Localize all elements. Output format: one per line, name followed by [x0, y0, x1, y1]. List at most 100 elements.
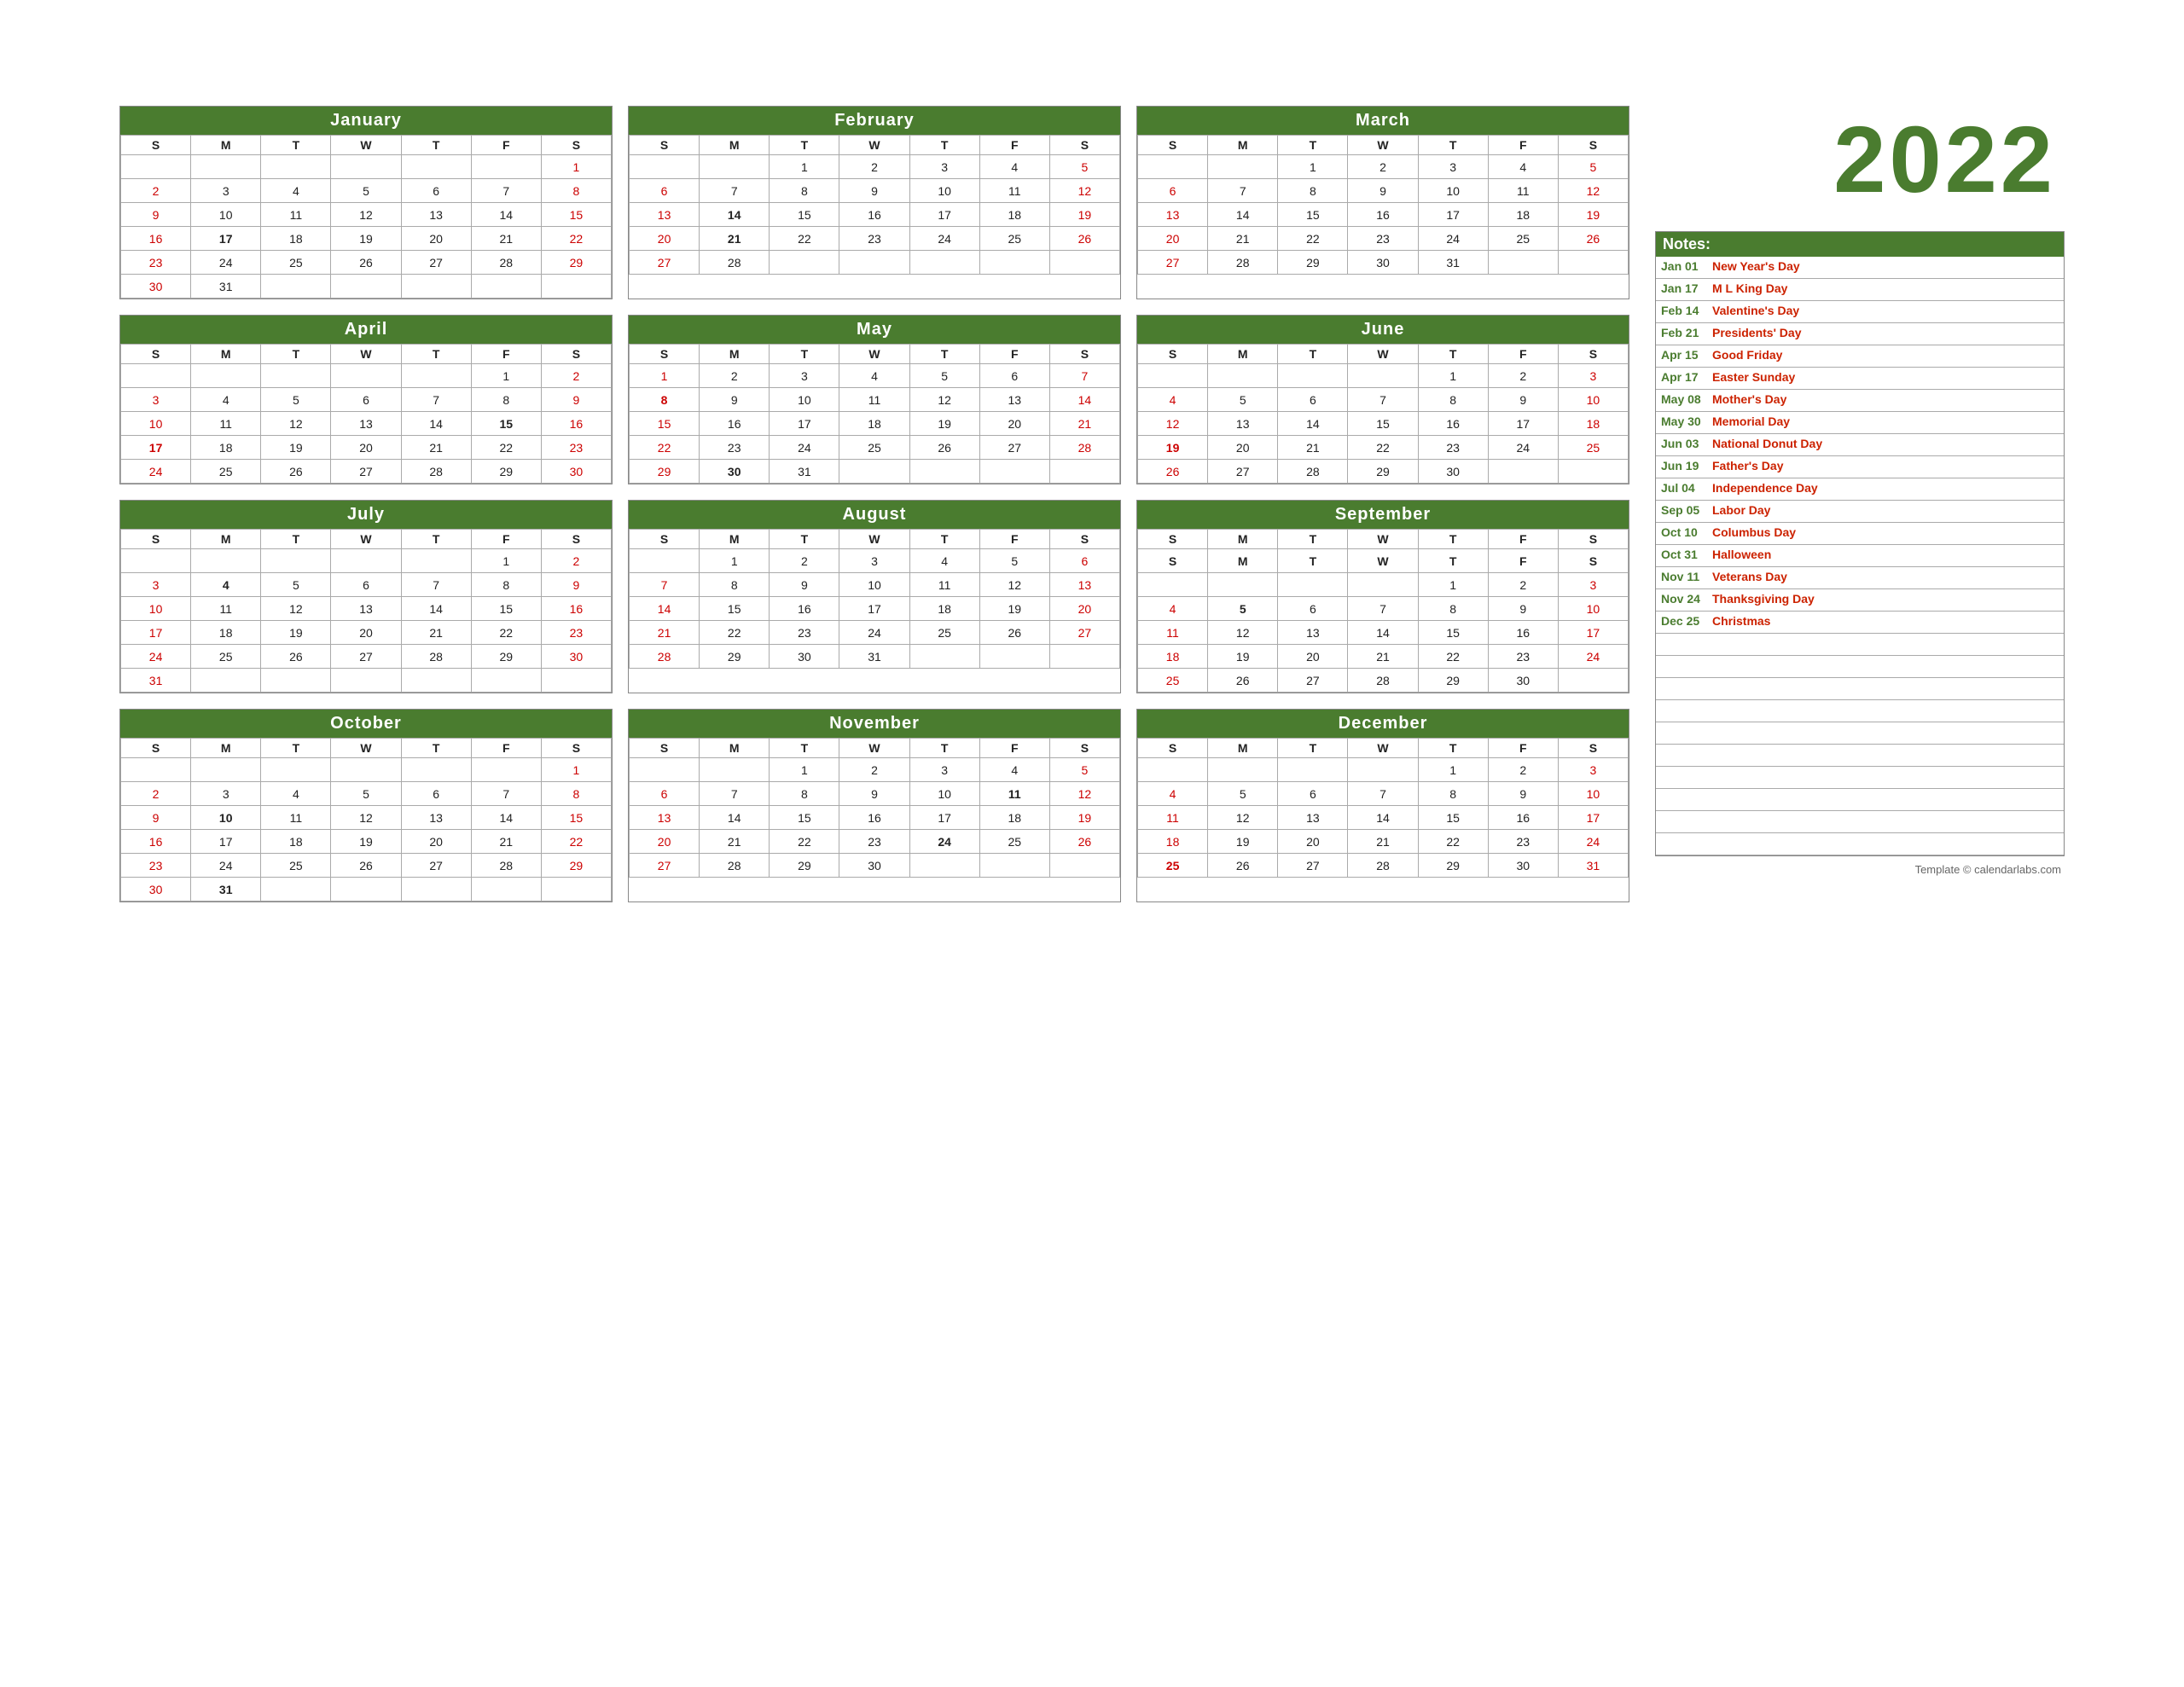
calendar-day: 5 [1049, 758, 1119, 782]
holiday-date: Nov 11 [1661, 570, 1712, 586]
empty-row [1656, 811, 2064, 833]
calendar-day: 13 [1049, 573, 1119, 597]
calendar-week-row: 15161718192021 [630, 412, 1120, 436]
calendar-day: 31 [1418, 251, 1488, 275]
day-header: W [331, 136, 401, 155]
calendar-day: 29 [1418, 669, 1488, 693]
calendar-day: 25 [1558, 436, 1628, 460]
month-calendar-july: JulySMTWTFS12345678910111213141516171819… [119, 500, 613, 693]
calendar-day [1348, 364, 1418, 388]
calendar-day: 21 [1348, 645, 1418, 669]
calendar-day: 1 [1418, 573, 1488, 597]
calendar-week-row: 20212223242526 [630, 830, 1120, 854]
calendar-week-row: 20212223242526 [1138, 227, 1629, 251]
calendar-day: 27 [1208, 460, 1278, 484]
calendar-day: 16 [770, 597, 839, 621]
calendar-day: 27 [331, 460, 401, 484]
day-header: F [1488, 530, 1558, 549]
calendar-day: 14 [700, 203, 770, 227]
calendar-day: 9 [121, 806, 191, 830]
empty-row [1656, 745, 2064, 767]
calendar-day: 25 [191, 460, 261, 484]
calendar-day [191, 758, 261, 782]
day-header: F [979, 739, 1049, 758]
day-header: T [1278, 345, 1348, 364]
calendar-day: 11 [1138, 621, 1208, 645]
calendar-day: 13 [401, 806, 471, 830]
calendar-day: 2 [700, 364, 770, 388]
day-header: W [839, 530, 909, 549]
calendar-day: 8 [700, 573, 770, 597]
calendar-day: 28 [700, 854, 770, 878]
day-header: S [1138, 136, 1208, 155]
holiday-date: Sep 05 [1661, 503, 1712, 519]
day-header: T [1418, 345, 1488, 364]
calendar-day: 24 [1558, 645, 1628, 669]
calendar-day: 28 [401, 645, 471, 669]
calendar-week-row: 10111213141516 [121, 412, 612, 436]
calendar-week-row: 22232425262728 [630, 436, 1120, 460]
calendar-day [1138, 573, 1208, 597]
calendar-day: 1 [1418, 364, 1488, 388]
day-header: F [471, 345, 541, 364]
day-header: S [1138, 739, 1208, 758]
calendar-day: 12 [1138, 412, 1208, 436]
calendar-day [1488, 460, 1558, 484]
calendar-day: 17 [1558, 806, 1628, 830]
calendar-week-row: 18192021222324 [1138, 645, 1629, 669]
calendar-day: 1 [541, 758, 611, 782]
calendar-day: 12 [979, 573, 1049, 597]
calendar-day: 18 [261, 227, 331, 251]
holiday-name: Presidents' Day [1712, 326, 1802, 342]
calendar-day: 25 [1138, 669, 1208, 693]
calendar-day: 2 [1488, 364, 1558, 388]
holiday-date: Apr 17 [1661, 370, 1712, 386]
calendar-day [630, 155, 700, 179]
cal-table: SMTWTFSSMTWTFS12345678910111213141516171… [1137, 529, 1629, 693]
calendar-week-row: 293031 [630, 460, 1120, 484]
holiday-name: Independence Day [1712, 481, 1818, 497]
calendar-day [1208, 155, 1278, 179]
day-header: M [700, 136, 770, 155]
day-header: F [979, 530, 1049, 549]
calendar-day: 12 [1049, 782, 1119, 806]
calendar-day: 17 [909, 203, 979, 227]
calendar-day: 29 [630, 460, 700, 484]
holiday-date: Jun 03 [1661, 437, 1712, 453]
calendar-day: 3 [839, 549, 909, 573]
calendar-day: 25 [1488, 227, 1558, 251]
calendar-day: 23 [1488, 830, 1558, 854]
calendar-day: 24 [1488, 436, 1558, 460]
calendar-day [471, 878, 541, 901]
calendar-week-row: 11121314151617 [1138, 806, 1629, 830]
calendar-day: 18 [261, 830, 331, 854]
calendar-day: 21 [700, 830, 770, 854]
day-header: M [1208, 739, 1278, 758]
calendar-day [331, 758, 401, 782]
day-header: T [1278, 739, 1348, 758]
calendar-day: 31 [839, 645, 909, 669]
holiday-date: Feb 21 [1661, 326, 1712, 342]
cal-table: SMTWTFS123456789101213141516171819202122… [1137, 344, 1629, 484]
calendar-day: 19 [1049, 203, 1119, 227]
holiday-date: Oct 10 [1661, 525, 1712, 542]
calendar-day: 8 [471, 388, 541, 412]
calendar-day: 28 [630, 645, 700, 669]
holiday-row: Feb 14Valentine's Day [1656, 301, 2064, 323]
calendar-day: 18 [909, 597, 979, 621]
calendar-day: 29 [541, 854, 611, 878]
calendar-day [121, 758, 191, 782]
calendar-day: 26 [261, 460, 331, 484]
day-header: F [471, 530, 541, 549]
calendar-day: 15 [541, 806, 611, 830]
calendar-week-row: 3031 [121, 878, 612, 901]
calendar-day: 16 [700, 412, 770, 436]
calendar-day [261, 878, 331, 901]
calendar-day: 19 [1138, 436, 1208, 460]
calendar-day: 6 [1278, 597, 1348, 621]
notes-header: Notes: [1656, 232, 2064, 257]
calendar-day: 24 [191, 854, 261, 878]
calendar-day: 30 [700, 460, 770, 484]
calendar-day: 11 [839, 388, 909, 412]
day-header: T [401, 345, 471, 364]
